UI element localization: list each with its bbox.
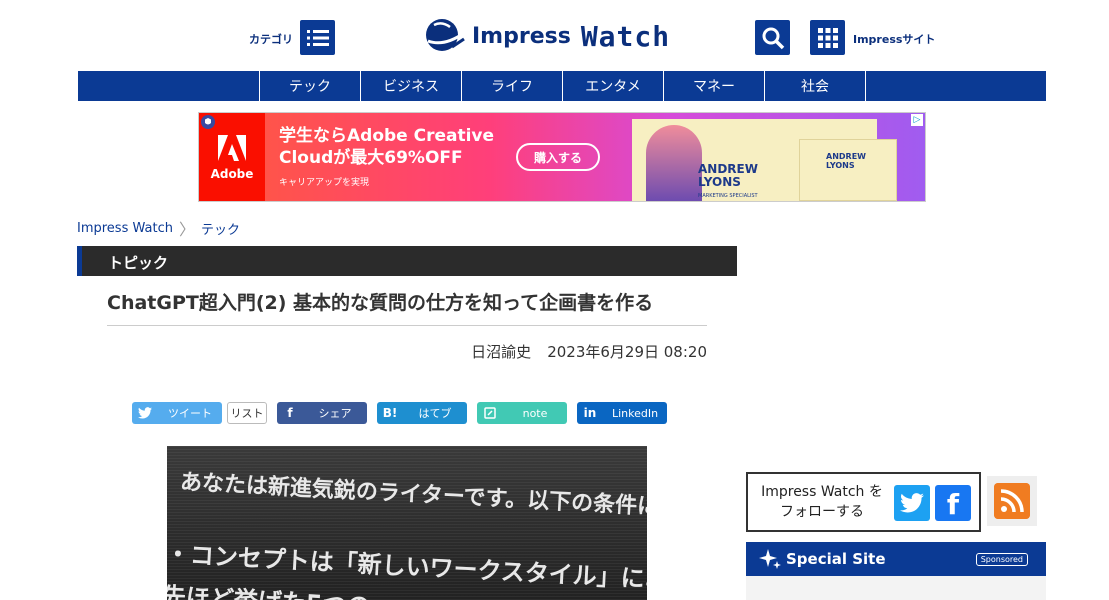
category-menu-button[interactable] (300, 20, 335, 55)
facebook-follow-icon[interactable]: f (935, 485, 971, 521)
publish-date: 2023年6月29日 08:20 (547, 343, 707, 361)
list-icon (306, 29, 329, 46)
linkedin-label: LinkedIn (611, 406, 659, 420)
twitter-follow-icon[interactable] (894, 485, 930, 521)
section-label: トピック (108, 254, 169, 272)
author-name: 日沼諭史 (471, 343, 532, 361)
hatena-bookmark-button[interactable]: B! はてブ (377, 402, 467, 424)
follow-text-line1: Impress Watch を (761, 484, 883, 500)
note-label: note (522, 406, 548, 420)
rss-icon (994, 483, 1030, 519)
byline: 日沼諭史 2023年6月29日 08:20 (471, 341, 707, 362)
twitter-bird-icon (132, 402, 158, 424)
search-icon (762, 27, 784, 49)
grid-icon (817, 27, 838, 48)
ad-shield-icon (201, 115, 215, 129)
ad-person-name-small: ANDREW LYONS (826, 152, 866, 170)
adobe-brand-text: Adobe (210, 167, 254, 181)
chevron-right-icon: 〉 (178, 220, 195, 239)
adobe-icon (218, 135, 246, 161)
title-divider (107, 325, 707, 326)
sponsored-badge: Sponsored (975, 553, 1028, 566)
ad-subtext: キャリアアップを実現 (279, 178, 370, 188)
ad-headline: 学生ならAdobe Creative Cloudが最大69%OFF (279, 126, 495, 168)
main-nav: テック ビジネス ライフ エンタメ マネー 社会 (78, 71, 1046, 101)
hatena-label: はてブ (418, 407, 452, 420)
breadcrumb: Impress Watch 〉 テック (77, 216, 240, 240)
follow-box: Impress Watch を フォローする f (746, 472, 981, 532)
nav-item-society[interactable]: 社会 (764, 71, 865, 101)
category-label[interactable]: カテゴリ (249, 31, 293, 47)
facebook-f-icon: f (287, 406, 293, 420)
ad-person-name: ANDREW LYONS (698, 163, 758, 189)
special-site-label: Special Site (786, 550, 886, 568)
tweet-button[interactable]: ツイート (132, 402, 222, 424)
facebook-share-label: シェア (318, 407, 352, 420)
breadcrumb-home[interactable]: Impress Watch (77, 221, 173, 236)
facebook-share-button[interactable]: f シェア (277, 402, 367, 424)
tweet-label: ツイート (168, 407, 212, 420)
ad-banner[interactable]: Adobe 学生ならAdobe Creative Cloudが最大69%OFF … (198, 112, 926, 202)
twitter-list-button[interactable]: リスト (227, 402, 267, 424)
logo-mark-icon (426, 19, 465, 51)
impress-site-label[interactable]: Impressサイト (853, 31, 935, 47)
search-button[interactable] (755, 20, 790, 55)
site-logo[interactable]: Impress Watch (424, 16, 670, 56)
follow-text-line2: フォローする (780, 504, 864, 520)
note-share-button[interactable]: note (477, 402, 567, 424)
ad-person-name-small-line2: LYONS (826, 161, 855, 170)
nav-item-life[interactable]: ライフ (461, 71, 562, 101)
nav-item-tech[interactable]: テック (259, 71, 360, 101)
ad-buy-button[interactable]: 購入する (516, 143, 600, 171)
adchoices-icon[interactable]: ▷ (911, 114, 923, 126)
breadcrumb-current[interactable]: テック (201, 219, 240, 238)
logo-word-impress: Impress (472, 23, 571, 49)
impress-sites-button[interactable] (810, 20, 845, 55)
ad-profile-card-small: ANDREW LYONS (799, 139, 897, 201)
article-hero-image: あなたは新進気鋭のライターです。以下の条件に沿っ ・コンセプトは「新しいワークス… (167, 446, 647, 600)
ad-person-name-line2: LYONS (698, 175, 741, 189)
rss-button[interactable] (987, 476, 1037, 526)
linkedin-icon: in (583, 406, 597, 420)
logo-word-watch: Watch (580, 19, 671, 53)
nav-item-entertainment[interactable]: エンタメ (562, 71, 663, 101)
sparkle-icon (759, 549, 781, 569)
hatena-b-icon: B! (382, 406, 398, 420)
ad-person-role: MARKETING SPECIALIST (698, 193, 758, 199)
linkedin-share-button[interactable]: in LinkedIn (577, 402, 667, 424)
nav-item-business[interactable]: ビジネス (360, 71, 461, 101)
special-site-content (746, 576, 1046, 600)
nav-divider (865, 71, 866, 101)
follow-text: Impress Watch を フォローする (754, 482, 890, 522)
article-title: ChatGPT超入門(2) 基本的な質問の仕方を知って企画書を作る (107, 292, 654, 314)
special-site-header: Special Site Sponsored (746, 542, 1046, 576)
ad-person-image (646, 125, 702, 201)
ad-person-name-line1: ANDREW (698, 162, 758, 176)
note-icon (477, 402, 503, 424)
section-bar: トピック (77, 246, 737, 276)
nav-item-money[interactable]: マネー (663, 71, 764, 101)
ad-person-name-small-line1: ANDREW (826, 152, 866, 161)
